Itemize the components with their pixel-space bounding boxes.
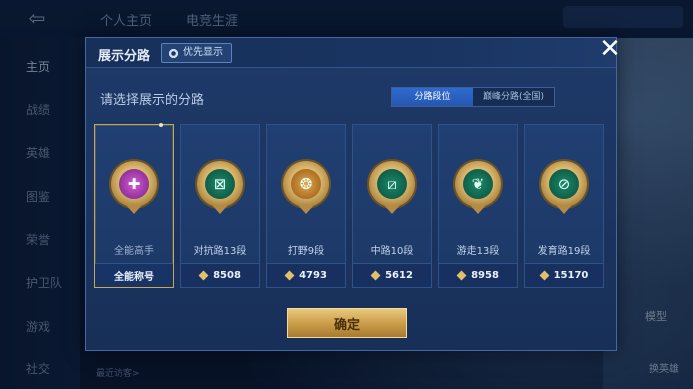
badge-frame: ⊘ — [541, 161, 587, 214]
lane-display-dialog: 展示分路 优先显示 ✕ 请选择展示的分路 分路段位 巅峰分路(全国) ✚ 全能高… — [85, 35, 621, 351]
lane-card-footer: 8508 — [181, 263, 259, 287]
lane-card-score: 15170 — [553, 270, 589, 281]
badge-frame: ✚ — [111, 161, 157, 214]
lane-card-score: 5612 — [385, 270, 413, 281]
badge-frame: ⊠ — [197, 161, 243, 214]
lane-card-label: 打野9段 — [287, 246, 325, 257]
dialog-title: 展示分路 — [98, 49, 151, 64]
lane-card-label: 对抗路13段 — [193, 246, 247, 257]
lane-card-jungle[interactable]: ❂ 打野9段 4793 — [266, 124, 346, 288]
lane-card-score: 8508 — [213, 270, 241, 281]
lane-card-farm[interactable]: ⊘ 发育路19段 15170 — [524, 124, 604, 288]
priority-display-label: 优先显示 — [183, 47, 223, 58]
lane-card-footer: 全能称号 — [95, 263, 173, 287]
lane-card-roam[interactable]: ❦ 游走13段 8958 — [438, 124, 518, 288]
diamond-icon — [371, 271, 380, 280]
diamond-icon — [457, 271, 466, 280]
roam-badge-icon: ❦ — [463, 169, 493, 199]
clash-lane-badge-icon: ⊠ — [205, 169, 235, 199]
gear-icon — [168, 47, 179, 59]
lane-card-score: 4793 — [299, 270, 327, 281]
selected-corner-mark — [159, 123, 163, 127]
dialog-header: 展示分路 优先显示 ✕ — [86, 35, 621, 68]
lane-card-footer-text: 全能称号 — [114, 272, 154, 283]
close-icon[interactable]: ✕ — [596, 35, 624, 63]
diamond-icon — [285, 271, 294, 280]
diamond-icon — [199, 271, 208, 280]
priority-display-button[interactable]: 优先显示 — [161, 43, 232, 63]
lane-card-label: 发育路19段 — [537, 246, 591, 257]
lane-card-footer: 15170 — [525, 263, 603, 287]
lane-card-score: 8958 — [471, 270, 499, 281]
lane-card-label: 中路10段 — [370, 246, 414, 257]
badge-frame: ❂ — [283, 161, 329, 214]
mid-lane-badge-icon: ⧄ — [377, 169, 407, 199]
lane-card-label: 游走13段 — [456, 246, 500, 257]
toggle-lane-rank[interactable]: 分路段位 — [392, 88, 473, 106]
toggle-peak-lane[interactable]: 巅峰分路(全国) — [473, 88, 554, 106]
lane-card-footer: 8958 — [439, 263, 517, 287]
lane-card-label: 全能高手 — [114, 246, 154, 257]
lane-card-mid[interactable]: ⧄ 中路10段 5612 — [352, 124, 432, 288]
dialog-prompt: 请选择展示的分路 — [100, 93, 205, 108]
lane-card-clash[interactable]: ⊠ 对抗路13段 8508 — [180, 124, 260, 288]
badge-frame: ❦ — [455, 161, 501, 214]
all-round-badge-icon: ✚ — [119, 169, 149, 199]
jungle-badge-icon: ❂ — [291, 169, 321, 199]
badge-frame: ⧄ — [369, 161, 415, 214]
farm-lane-badge-icon: ⊘ — [549, 169, 579, 199]
lane-card-footer: 4793 — [267, 263, 345, 287]
confirm-button[interactable]: 确定 — [287, 308, 407, 338]
lane-card-list: ✚ 全能高手 全能称号 ⊠ 对抗路13段 8508 ❂ 打野9段 4793 ⧄ … — [94, 123, 604, 288]
diamond-icon — [540, 271, 549, 280]
lane-card-footer: 5612 — [353, 263, 431, 287]
lane-card-all-round[interactable]: ✚ 全能高手 全能称号 — [94, 123, 174, 288]
lane-type-toggle: 分路段位 巅峰分路(全国) — [391, 87, 555, 107]
